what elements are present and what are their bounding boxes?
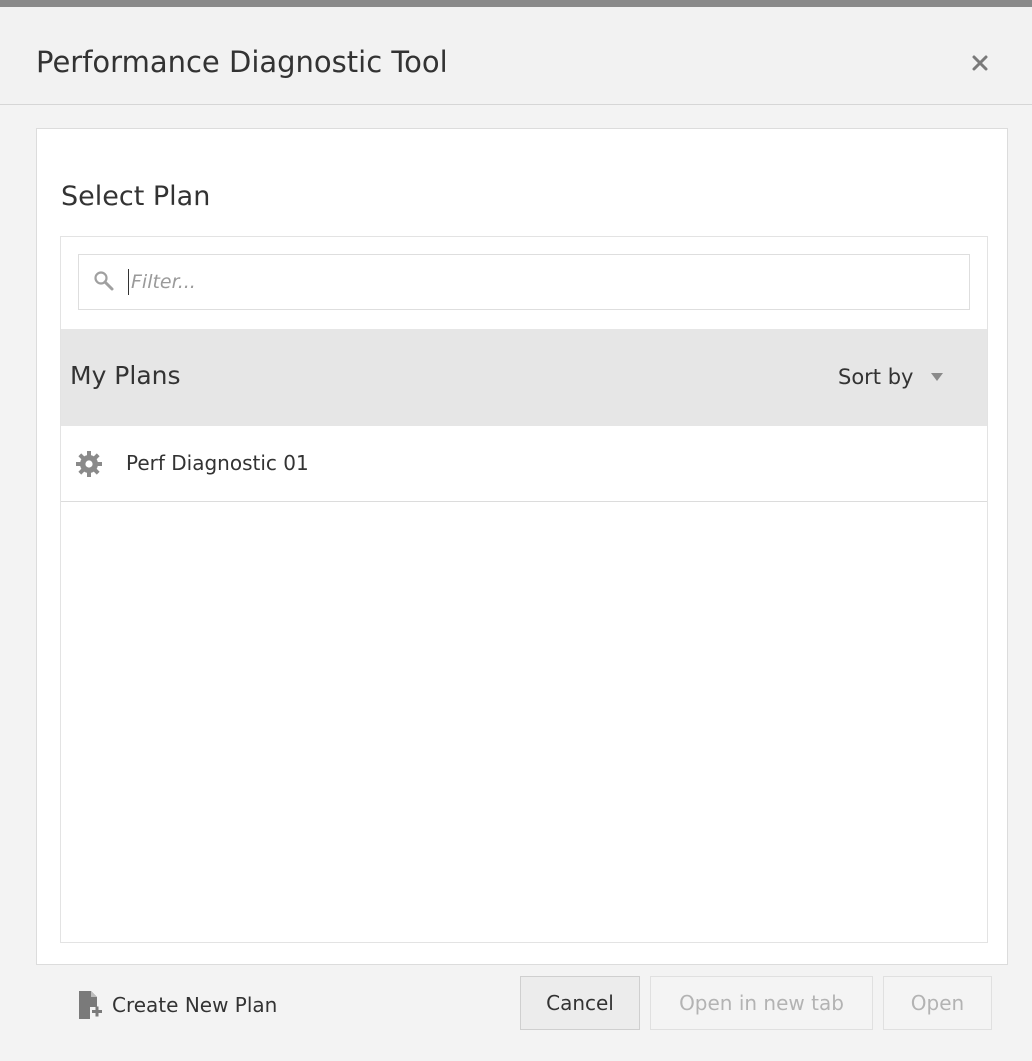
list-header-title: My Plans <box>70 361 181 390</box>
dialog-titlebar: Performance Diagnostic Tool <box>0 7 1032 105</box>
filter-field[interactable] <box>78 254 970 310</box>
close-button[interactable] <box>962 45 998 81</box>
dialog-title: Performance Diagnostic Tool <box>36 45 448 79</box>
open-button[interactable]: Open <box>883 976 992 1030</box>
select-plan-panel: Select Plan My Plans Sort by <box>36 128 1008 965</box>
list-item-label: Perf Diagnostic 01 <box>126 451 309 475</box>
list-item[interactable]: Perf Diagnostic 01 <box>61 426 987 502</box>
section-title: Select Plan <box>61 181 211 212</box>
search-icon <box>94 271 114 291</box>
performance-diagnostic-dialog: Performance Diagnostic Tool Select Plan … <box>0 0 1032 1061</box>
close-icon <box>972 55 988 71</box>
open-in-new-tab-button[interactable]: Open in new tab <box>650 976 873 1030</box>
create-new-plan-label: Create New Plan <box>112 993 278 1017</box>
filter-input[interactable] <box>131 263 951 301</box>
text-caret <box>128 269 129 295</box>
cancel-button[interactable]: Cancel <box>520 976 640 1030</box>
sort-by-label: Sort by <box>838 365 914 389</box>
caret-down-icon <box>931 373 944 381</box>
sort-by-dropdown[interactable]: Sort by <box>838 362 944 392</box>
plan-list-box: My Plans Sort by <box>60 236 988 943</box>
new-document-icon <box>79 991 102 1019</box>
list-header: My Plans Sort by <box>61 329 987 426</box>
gear-icon <box>76 451 102 477</box>
create-new-plan-button[interactable]: Create New Plan <box>78 987 277 1023</box>
